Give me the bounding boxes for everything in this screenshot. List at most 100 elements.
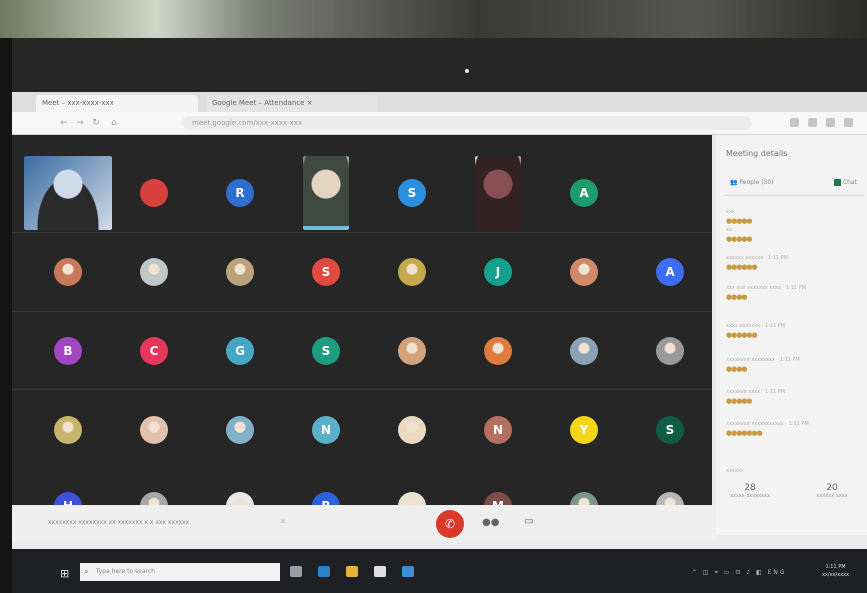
participant-tile[interactable] [24,155,112,231]
participant-initial-avatar: S [656,416,684,444]
participant-tile[interactable]: R [196,155,284,231]
panel-item-dots: ●●●●● [726,235,753,243]
taskbar-file-explorer-icon[interactable] [346,566,358,577]
browser-tab-strip: Meet – xxx-xxxx-xxx Google Meet – Attend… [12,92,867,112]
panel-item-label: xxxxxx xxxxxx · 1:11 PM [726,255,789,261]
tab-chat[interactable]: Chat [834,179,857,186]
participant-initial-avatar: N [484,416,512,444]
panel-item-dots: ●●●● [726,293,747,301]
participant-tile[interactable] [24,234,112,310]
panel-list-item: xxxxxxxx xxxxxxxxxxx · 1:11 PM ●●●●●●● [726,421,858,437]
panel-item-dots: ●●●● [726,365,747,373]
taskbar-search-input[interactable]: ⌕ Type here to search [80,563,280,581]
participant-tile[interactable]: N [454,392,542,468]
participant-tile[interactable] [454,313,542,389]
participant-tile[interactable] [626,313,714,389]
address-bar-row: ← → ↻ ⌂ meet.google.com/xxx-xxxx-xxx [12,112,867,135]
counter-left: 20 xxxxxx xxxx [816,483,848,499]
participant-initial-avatar: C [140,337,168,365]
captions-icon: ▭ [524,516,534,527]
participant-photo-avatar [140,416,168,444]
panel-list-item: xxxxxxxx xxxxxxxx · 1:11 PM ●●●● [726,357,858,373]
participant-initial-avatar: J [484,258,512,286]
participant-tile[interactable]: S [282,313,370,389]
captions-button[interactable]: ▭ [524,516,533,527]
system-tray[interactable]: ⌃ ◫ ⌖ ▭ ⊡ ♪ ◧ ENG [692,569,787,577]
participant-video-1 [24,156,112,230]
counter-joined: 28 xxxxx xxxxxxxx [729,483,771,499]
panel-item-label: xxx xxx xxxxxxx xxxx · 1:11 PM [726,285,806,291]
participant-tile[interactable]: Y [540,392,628,468]
hangup-button[interactable]: ✆ [436,510,464,538]
participant-tile[interactable]: S [282,234,370,310]
participant-tile[interactable] [368,234,456,310]
participant-tile[interactable] [110,155,198,231]
monitor-top-bezel [0,0,867,38]
panel-item-dots: ●●●●●● [726,263,758,271]
participant-tile[interactable] [540,234,628,310]
participant-tile[interactable]: G [196,313,284,389]
taskbar-clock[interactable]: 1:11 PM xx/xx/xxxx [822,563,849,579]
back-icon[interactable]: ← [58,117,70,129]
participant-photo-avatar [484,337,512,365]
participant-tile[interactable] [196,392,284,468]
menu-icon[interactable] [844,118,853,127]
participant-initial-avatar: A [656,258,684,286]
panel-item-dots: ●●●●● [726,397,753,405]
speaking-indicator [303,226,349,230]
participant-tile[interactable] [368,313,456,389]
participant-tile[interactable] [196,234,284,310]
participant-tile[interactable]: N [282,392,370,468]
participant-tile[interactable]: C [110,313,198,389]
participant-tile[interactable] [282,155,370,231]
participant-tile[interactable] [454,155,542,231]
panel-item-label: xxxxxxx xxxx · 1:11 PM [726,389,786,395]
panel-footer-label: xxxxxx [726,468,744,474]
participant-tile[interactable]: S [626,392,714,468]
participant-tile[interactable] [24,392,112,468]
panel-divider [724,195,864,196]
participant-initial-avatar: S [312,337,340,365]
forward-icon[interactable]: → [74,117,86,129]
participant-tile[interactable] [110,392,198,468]
participant-video-3 [475,156,521,230]
taskbar-task-view-icon[interactable] [290,566,302,577]
profile-icon[interactable] [826,118,835,127]
home-icon[interactable]: ⌂ [108,117,120,129]
participant-tile[interactable]: B [24,313,112,389]
participant-tile[interactable]: S [368,155,456,231]
reload-icon[interactable]: ↻ [90,117,102,129]
chat-icon [834,179,841,186]
participant-tile[interactable] [540,313,628,389]
participant-tile[interactable] [368,392,456,468]
participant-initial-avatar: G [226,337,254,365]
participant-photo-avatar [398,337,426,365]
participant-tile[interactable] [110,234,198,310]
participant-initial-avatar: S [312,258,340,286]
extension-icon[interactable] [790,118,799,127]
more-options-button[interactable]: ●● [482,517,499,528]
panel-counters: 28 xxxxx xxxxxxxx 20 xxxxxx xxxx [716,483,867,523]
browser-tab-attendance[interactable]: Google Meet – Attendance × [206,95,378,112]
participant-tile[interactable]: J [454,234,542,310]
url-field[interactable]: meet.google.com/xxx-xxxx-xxx [182,116,752,130]
panel-title: Meeting details [726,149,788,158]
taskbar-edge-icon[interactable] [318,566,330,577]
panel-item-label: xxxxxxxx xxxxxxxx · 1:11 PM [726,357,800,363]
monitor-frame [0,38,867,92]
browser-tab-meet[interactable]: Meet – xxx-xxxx-xxx [36,95,198,112]
panel-list-item: xx ●●●●● [726,227,858,243]
close-notice-icon[interactable]: ✕ [280,518,286,526]
taskbar-mail-icon[interactable] [402,566,414,577]
tab-people[interactable]: 👥 People (50) [730,179,774,186]
participant-tile[interactable]: A [626,234,714,310]
participant-tile[interactable]: A [540,155,628,231]
bookmark-icon[interactable] [808,118,817,127]
windows-start-icon[interactable]: ⊞ [60,567,69,580]
participant-photo-avatar [570,258,598,286]
taskbar-store-icon[interactable] [374,566,386,577]
phone-hangup-icon: ✆ [444,517,456,531]
participant-initial-avatar: Y [570,416,598,444]
panel-list-item: xxx ●●●●● [726,209,858,225]
participant-video-2 [303,156,349,230]
